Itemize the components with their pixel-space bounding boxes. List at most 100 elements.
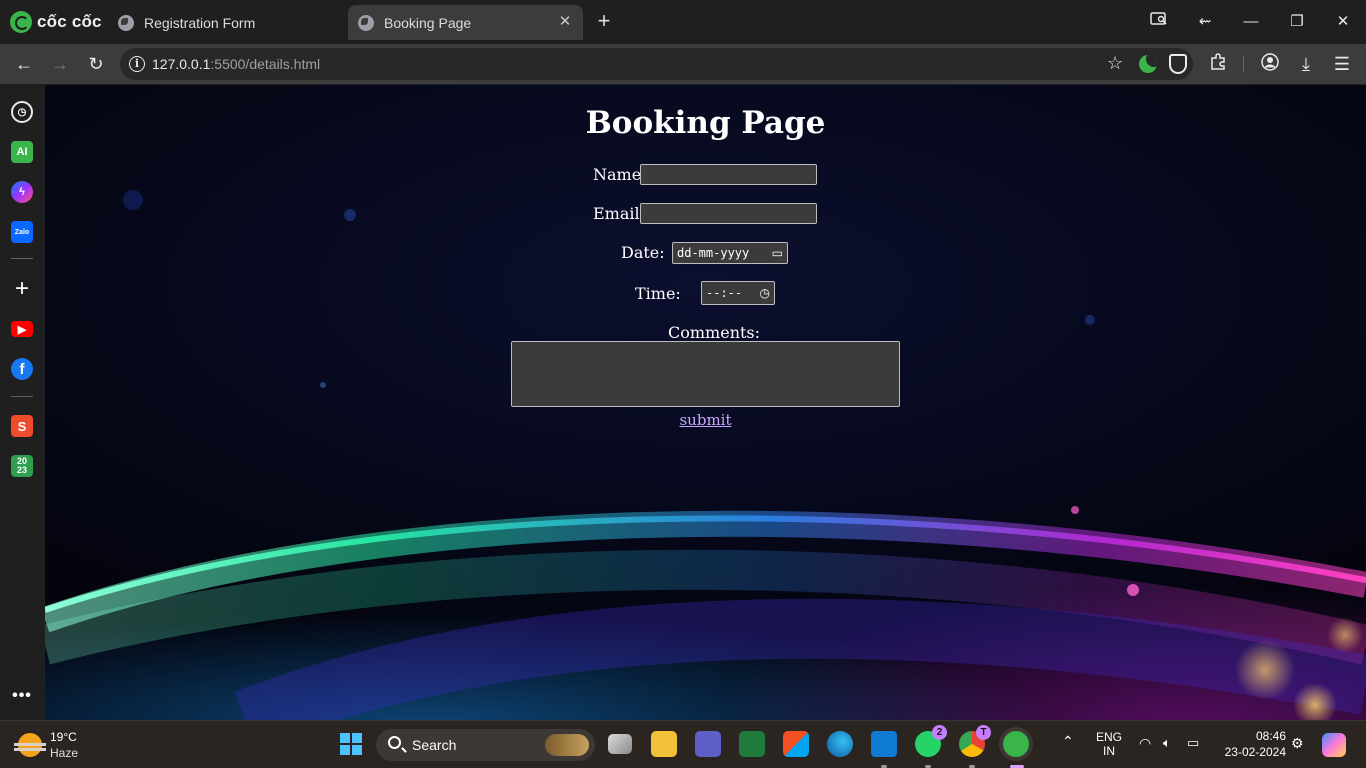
submit-link[interactable]: submit bbox=[679, 411, 731, 429]
windows-start-icon[interactable] bbox=[340, 733, 362, 755]
notification-settings-icon[interactable]: ⚙ bbox=[1291, 735, 1304, 752]
tab-label: Booking Page bbox=[384, 14, 472, 31]
whatsapp-icon[interactable]: 2 bbox=[915, 725, 947, 757]
back-button[interactable]: ← bbox=[13, 53, 35, 75]
tab-registration-form[interactable]: Registration Form bbox=[108, 5, 340, 40]
teams-icon[interactable] bbox=[695, 731, 721, 757]
facebook-icon[interactable]: f bbox=[11, 358, 33, 380]
language-indicator[interactable]: ENG IN bbox=[1096, 730, 1122, 758]
time-label: Time: bbox=[635, 284, 681, 303]
messenger-icon[interactable]: ϟ bbox=[11, 181, 33, 203]
weather-description[interactable]: Haze bbox=[50, 746, 78, 760]
sidebar-separator bbox=[11, 258, 33, 259]
minimize-button[interactable]: — bbox=[1240, 11, 1262, 33]
language-top: ENG bbox=[1096, 730, 1123, 744]
page-viewport: Booking Page Name: Email: Date: dd-mm-yy… bbox=[45, 85, 1366, 720]
sidebar-separator bbox=[11, 396, 33, 397]
close-tab-icon[interactable]: ✕ bbox=[557, 14, 573, 30]
search-label: Search bbox=[412, 737, 457, 753]
vscode-icon[interactable] bbox=[871, 731, 897, 757]
new-tab-button[interactable]: + bbox=[593, 10, 615, 32]
volume-muted-icon[interactable]: 🔈︎ bbox=[1163, 735, 1171, 751]
browser-sidebar: ◷ AI ϟ Zalo + ▶ f S 20 23 ••• bbox=[0, 84, 44, 720]
wifi-icon[interactable]: ◠ bbox=[1139, 735, 1151, 752]
taskbar-search[interactable]: Search bbox=[376, 729, 595, 761]
extensions-puzzle-icon[interactable] bbox=[1207, 53, 1229, 75]
profile-icon[interactable] bbox=[1259, 53, 1281, 75]
browser-brand[interactable]: cốc cốc bbox=[10, 10, 102, 34]
address-bar[interactable]: i 127.0.0.1:5500/details.html ☆ bbox=[120, 48, 1193, 80]
clock[interactable]: 08:46 23-02-2024 bbox=[1218, 729, 1286, 759]
forward-button[interactable]: → bbox=[49, 53, 71, 75]
close-window-button[interactable]: ✕ bbox=[1332, 11, 1354, 33]
language-bottom: IN bbox=[1103, 744, 1115, 758]
add-icon[interactable]: + bbox=[11, 275, 33, 302]
copilot-icon[interactable] bbox=[1322, 733, 1346, 757]
clock-date: 23-02-2024 bbox=[1224, 745, 1286, 759]
email-label: Email: bbox=[593, 204, 646, 223]
weather-temperature[interactable]: 19°C bbox=[50, 730, 77, 744]
bookmark-star-icon[interactable]: ☆ bbox=[1107, 53, 1123, 74]
excel-icon[interactable] bbox=[739, 731, 765, 757]
edge-icon[interactable] bbox=[827, 731, 853, 757]
brand-text: cốc cốc bbox=[37, 12, 102, 31]
url-text[interactable]: 127.0.0.1:5500/details.html bbox=[152, 56, 320, 72]
url-path: :5500/details.html bbox=[210, 56, 321, 72]
comments-textarea[interactable] bbox=[511, 341, 900, 407]
calendar-digits-bottom: 23 bbox=[16, 465, 27, 475]
shopee-icon[interactable]: S bbox=[11, 415, 33, 437]
date-input[interactable]: dd-mm-yyyy ▭ bbox=[672, 242, 788, 264]
reload-button[interactable]: ↻ bbox=[85, 53, 107, 75]
chrome-icon[interactable]: T bbox=[959, 725, 991, 757]
adblock-shield-icon[interactable] bbox=[1169, 54, 1187, 74]
date-label: Date: bbox=[621, 243, 665, 262]
site-info-icon[interactable]: i bbox=[129, 56, 145, 72]
coccoc-taskbar-icon[interactable] bbox=[1003, 731, 1029, 757]
weather-haze-icon[interactable] bbox=[14, 733, 46, 757]
time-placeholder: --:-- bbox=[706, 286, 743, 300]
date-placeholder: dd-mm-yyyy bbox=[677, 246, 750, 260]
tab-search-icon[interactable] bbox=[1148, 11, 1170, 33]
browser-toolbar: ← → ↻ i 127.0.0.1:5500/details.html ☆ ⤓ … bbox=[0, 44, 1366, 84]
youtube-icon[interactable]: ▶ bbox=[11, 321, 33, 337]
back-arrow-list-icon[interactable]: ⇜ bbox=[1194, 11, 1216, 33]
restore-button[interactable]: ❐ bbox=[1286, 11, 1308, 33]
name-label: Name: bbox=[593, 165, 647, 184]
windows-taskbar: 19°C Haze Search 2 T ⌃ ENG IN ◠ 🔈︎ ▭ 08:… bbox=[0, 720, 1366, 768]
chrome-profile-badge: T bbox=[976, 725, 991, 740]
history-icon[interactable]: ◷ bbox=[11, 101, 33, 123]
dark-mode-icon[interactable] bbox=[1139, 55, 1157, 73]
menu-icon[interactable]: ☰ bbox=[1331, 53, 1353, 75]
whatsapp-badge: 2 bbox=[932, 725, 947, 740]
calendar-icon[interactable]: ▭ bbox=[772, 246, 783, 260]
globe-icon bbox=[118, 14, 134, 31]
tab-strip: cốc cốc Registration Form Booking Page ✕… bbox=[0, 0, 1366, 44]
comments-label: Comments: bbox=[668, 323, 761, 342]
time-input[interactable]: --:-- ◷ bbox=[701, 281, 775, 305]
download-icon[interactable]: ⤓ bbox=[1295, 53, 1317, 75]
show-hidden-icons-chevron-icon[interactable]: ⌃ bbox=[1062, 733, 1074, 750]
name-input[interactable] bbox=[640, 164, 817, 185]
submit-row: submit bbox=[45, 411, 1366, 429]
microsoft-store-icon[interactable] bbox=[783, 731, 809, 757]
task-view-icon[interactable] bbox=[608, 734, 632, 754]
page-title: Booking Page bbox=[585, 105, 826, 141]
clock-icon[interactable]: ◷ bbox=[760, 286, 770, 300]
tab-label: Registration Form bbox=[144, 14, 256, 31]
search-highlight-image bbox=[545, 734, 589, 756]
ai-icon[interactable]: AI bbox=[11, 141, 33, 163]
zalo-icon[interactable]: Zalo bbox=[11, 221, 33, 243]
globe-icon bbox=[358, 14, 374, 31]
booking-form-page: Booking Page Name: Email: Date: dd-mm-yy… bbox=[45, 85, 1366, 720]
coccoc-logo-icon bbox=[10, 11, 32, 33]
more-icon[interactable]: ••• bbox=[11, 685, 33, 707]
clock-time: 08:46 bbox=[1255, 729, 1286, 743]
email-input[interactable] bbox=[640, 203, 817, 224]
battery-icon[interactable]: ▭ bbox=[1187, 735, 1199, 751]
toolbar-separator bbox=[1243, 56, 1244, 72]
search-icon bbox=[388, 736, 401, 749]
url-host: 127.0.0.1 bbox=[152, 56, 211, 72]
file-explorer-icon[interactable] bbox=[651, 731, 677, 757]
tab-booking-page[interactable]: Booking Page ✕ bbox=[348, 5, 583, 40]
calendar-2023-icon[interactable]: 20 23 bbox=[11, 455, 33, 477]
